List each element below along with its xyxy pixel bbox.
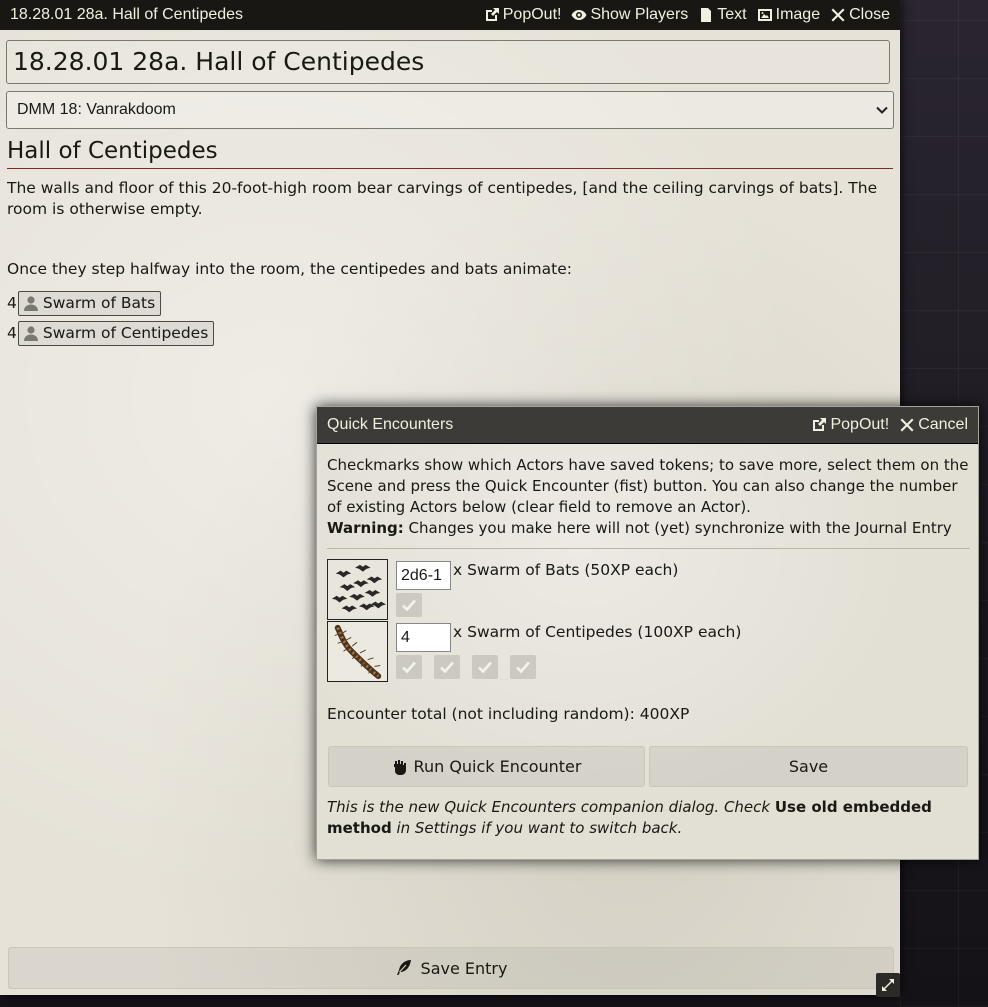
qe-note-prefix: This is the new Quick Encounters compani…	[327, 798, 775, 816]
qe-note: This is the new Quick Encounters compani…	[327, 797, 970, 839]
qe-save-button[interactable]: Save	[649, 746, 968, 787]
fist-icon	[393, 759, 406, 775]
external-link-icon	[485, 8, 499, 21]
actor-count-input[interactable]: 2d6-1	[396, 561, 451, 590]
save-entry-label: Save Entry	[420, 958, 508, 978]
window-title: 18.28.01 28a. Hall of Centipedes	[10, 6, 244, 23]
journal-content: Hall of Centipedes The walls and floor o…	[7, 136, 893, 348]
section-heading: Hall of Centipedes	[7, 136, 893, 169]
actor-label: x Swarm of Bats (50XP each)	[453, 561, 679, 579]
qe-description: Checkmarks show which Actors have saved …	[327, 455, 970, 539]
qe-cancel-label: Cancel	[918, 416, 968, 433]
check-icon	[402, 599, 416, 612]
quick-encounters-header[interactable]: Quick Encounters PopOut! Cancel	[317, 407, 978, 444]
show-players-button[interactable]: Show Players	[571, 6, 688, 24]
actor-label: x Swarm of Centipedes (100XP each)	[453, 623, 742, 641]
run-quick-encounter-button[interactable]: Run Quick Encounter	[328, 746, 645, 787]
text-mode-label: Text	[717, 6, 747, 23]
qe-description-text: Checkmarks show which Actors have saved …	[327, 456, 969, 516]
expand-icon	[882, 979, 894, 991]
actor-count-input[interactable]: 4	[396, 623, 451, 652]
token-check	[472, 655, 498, 679]
eye-icon	[571, 10, 587, 20]
entity-link-swarm-of-centipedes[interactable]: Swarm of Centipedes	[17, 320, 215, 346]
token-check	[510, 655, 536, 679]
chevron-down-icon	[876, 106, 888, 114]
quick-encounters-body: Checkmarks show which Actors have saved …	[327, 455, 970, 683]
qe-popout-label: PopOut!	[830, 416, 890, 433]
paragraph-trigger: Once they step halfway into the room, th…	[7, 260, 572, 278]
close-icon	[900, 418, 914, 432]
token-checks	[396, 593, 422, 617]
canvas-strip	[0, 995, 900, 1007]
divider	[327, 548, 970, 549]
folder-select[interactable]: DMM 18: Vanrakdoom	[6, 91, 894, 129]
resize-handle[interactable]	[876, 973, 900, 997]
token-checks	[396, 655, 536, 679]
actor-row-centipedes: 4 x Swarm of Centipedes (100XP each)	[327, 621, 970, 683]
entity-line: 4 Swarm of Bats	[7, 288, 893, 318]
qe-warning-text: Changes you make here will not (yet) syn…	[403, 519, 952, 537]
token-check	[396, 655, 422, 679]
journal-name-input[interactable]: 18.28.01 28a. Hall of Centipedes	[6, 40, 890, 84]
qe-cancel-button[interactable]: Cancel	[899, 416, 968, 434]
qe-save-label: Save	[788, 757, 829, 776]
close-icon	[831, 8, 845, 22]
run-quick-encounter-label: Run Quick Encounter	[413, 757, 582, 776]
actor-row-bats: 2d6-1 x Swarm of Bats (50XP each)	[327, 559, 970, 621]
check-icon	[402, 661, 416, 674]
quick-encounters-dialog: Quick Encounters PopOut! Cancel Checkmar…	[316, 406, 979, 860]
bat-swarm-token-icon	[328, 560, 387, 619]
save-entry-button[interactable]: Save Entry	[8, 947, 894, 989]
user-icon	[23, 326, 38, 341]
entity-count: 4	[7, 324, 17, 342]
journal-window-header[interactable]: 18.28.01 28a. Hall of Centipedes PopOut!…	[0, 0, 900, 30]
centipede-image[interactable]	[327, 621, 388, 682]
close-button[interactable]: Close	[830, 6, 890, 24]
check-icon	[516, 661, 530, 674]
entity-line: 4 Swarm of Centipedes	[7, 318, 893, 348]
qe-popout-button[interactable]: PopOut!	[811, 416, 889, 434]
feather-icon	[396, 960, 411, 975]
token-check	[396, 593, 422, 617]
qe-note-suffix: in Settings if you want to switch back.	[391, 819, 683, 837]
encounter-total: Encounter total (not including random): …	[327, 705, 690, 723]
show-players-label: Show Players	[590, 6, 689, 23]
image-mode-label: Image	[775, 6, 821, 23]
centipede-token-icon	[328, 622, 387, 681]
paragraph-description: The walls and floor of this 20-foot-high…	[7, 179, 878, 218]
qe-warning-label: Warning:	[327, 519, 404, 537]
check-icon	[478, 661, 492, 674]
close-label: Close	[849, 6, 890, 23]
entity-name: Swarm of Bats	[42, 294, 156, 312]
token-check	[434, 655, 460, 679]
popout-label: PopOut!	[502, 6, 562, 23]
image-mode-button[interactable]: Image	[757, 6, 820, 24]
popout-button[interactable]: PopOut!	[484, 6, 562, 24]
file-text-icon	[701, 8, 712, 22]
text-mode-button[interactable]: Text	[698, 6, 747, 24]
entity-name: Swarm of Centipedes	[42, 324, 209, 342]
folder-select-value: DMM 18: Vanrakdoom	[17, 101, 176, 118]
entity-count: 4	[7, 294, 17, 312]
dialog-title: Quick Encounters	[327, 416, 454, 433]
image-icon	[757, 9, 772, 21]
external-link-icon	[813, 418, 827, 431]
entity-link-swarm-of-bats[interactable]: Swarm of Bats	[17, 290, 162, 316]
user-icon	[23, 296, 38, 311]
check-icon	[440, 661, 454, 674]
bats-image[interactable]	[327, 559, 388, 620]
